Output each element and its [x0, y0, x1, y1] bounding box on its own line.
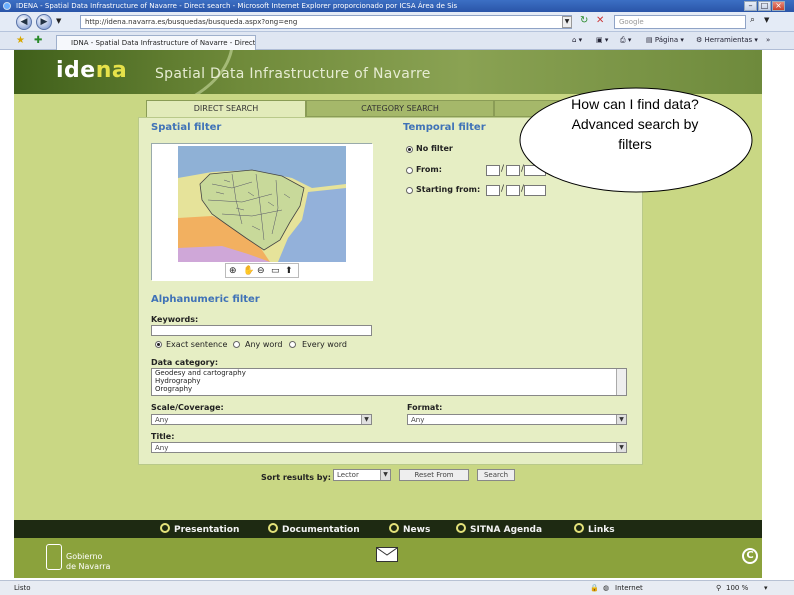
footer-nav [14, 520, 762, 538]
favorites-star-icon[interactable]: ★ [16, 35, 25, 46]
globe-icon: ◍ [603, 584, 610, 592]
status-bar: Listo 🔒 ◍ Internet ⚲ 100 % ▾ [0, 580, 794, 595]
keywords-input[interactable] [151, 325, 372, 336]
tab-category-search[interactable]: CATEGORY SEARCH [306, 100, 494, 117]
forward-button[interactable]: ▶ [36, 14, 52, 30]
zoom-level[interactable]: 100 % [726, 581, 748, 595]
list-item[interactable]: Hydrography [155, 377, 626, 385]
browser-tabbar: ★ ✚ IDNA - Spatial Data Infrastructure o… [0, 32, 794, 50]
bullet-ring-icon [268, 523, 278, 533]
site-title: Spatial Data Infrastructure of Navarre [155, 66, 431, 82]
spatial-filter-map[interactable] [151, 143, 373, 281]
from-label: From: [416, 165, 442, 174]
tools-menu[interactable]: ⚙ Herramientas ▾ [696, 36, 758, 44]
add-favorite-icon[interactable]: ✚ [34, 35, 42, 46]
sort-label: Sort results by: [261, 473, 331, 482]
refresh-icon[interactable]: ↻ [580, 15, 588, 26]
radio-exact-sentence[interactable] [155, 341, 162, 348]
search-options-icon[interactable]: ▼ [764, 16, 769, 24]
format-label: Format: [407, 403, 443, 412]
reset-form-button[interactable]: Reset From [399, 469, 469, 481]
page-menu[interactable]: ▤ Página ▾ [646, 36, 684, 44]
start-day-field[interactable] [486, 185, 500, 196]
footer-link-sitna-agenda[interactable]: SITNA Agenda [456, 523, 542, 535]
data-category-list[interactable]: Geodesy and cartography Hydrography Orog… [151, 368, 627, 396]
copyright-icon[interactable]: C [742, 548, 758, 564]
browser-tab[interactable]: IDNA - Spatial Data Infrastructure of Na… [56, 35, 256, 50]
footer-link-news[interactable]: News [389, 523, 430, 535]
address-dropdown-icon[interactable]: ▼ [562, 16, 572, 28]
navarra-crest-icon [46, 544, 62, 570]
window-title: IDENA - Spatial Data Infrastructure of N… [16, 2, 458, 10]
scale-coverage-select[interactable]: Any ▼ [151, 414, 372, 425]
sort-select[interactable]: Lector ▼ [333, 469, 391, 481]
web-search-input[interactable]: Google [614, 15, 746, 29]
home-icon[interactable]: ⌂ ▾ [572, 36, 582, 44]
starting-from-label: Starting from: [416, 185, 481, 194]
close-window-button[interactable]: × [772, 1, 785, 11]
any-word-label: Any word [245, 340, 283, 349]
temporal-filter-title: Temporal filter [403, 122, 486, 133]
maximize-button[interactable]: □ [758, 1, 771, 11]
zone-label: Internet [615, 584, 643, 592]
exact-sentence-label: Exact sentence [166, 340, 228, 349]
title-select[interactable]: Any ▼ [151, 442, 627, 453]
footer-link-links[interactable]: Links [574, 523, 615, 535]
callout-text: How can I find data? Advanced search by … [571, 96, 699, 152]
chevron-more-icon[interactable]: » [766, 36, 770, 44]
scale-coverage-label: Scale/Coverage: [151, 403, 224, 412]
radio-starting-from[interactable] [406, 187, 413, 194]
full-extent-icon[interactable]: ⬆ [285, 266, 293, 276]
radio-any-word[interactable] [233, 341, 240, 348]
keywords-label: Keywords: [151, 315, 199, 324]
select-box-icon[interactable]: ▭ [271, 266, 280, 276]
print-icon[interactable]: ⎙ ▾ [620, 36, 631, 45]
feeds-icon[interactable]: ▣ ▾ [596, 36, 608, 44]
status-text: Listo [14, 584, 31, 592]
list-item[interactable]: Orography [155, 385, 626, 393]
navarre-map[interactable] [152, 144, 373, 281]
bullet-ring-icon [574, 523, 584, 533]
list-item[interactable]: Geodesy and cartography [155, 369, 626, 377]
category-scrollbar[interactable] [616, 369, 626, 395]
radio-from[interactable] [406, 167, 413, 174]
ie-icon [3, 2, 11, 10]
footer-link-documentation[interactable]: Documentation [268, 523, 360, 535]
map-toolbar: ⊕ ✋ ⊖ ▭ ⬆ [225, 263, 299, 278]
bullet-ring-icon [389, 523, 399, 533]
zoom-in-icon[interactable]: ⊕ [229, 266, 237, 276]
gobierno-navarra-logo[interactable]: Gobierno de Navarra [66, 552, 110, 572]
every-word-label: Every word [302, 340, 347, 349]
address-input[interactable]: http://idena.navarra.es/busquedas/busque… [80, 15, 572, 29]
pan-hand-icon[interactable]: ✋ [243, 266, 254, 276]
back-button[interactable]: ◀ [16, 14, 32, 30]
window-titlebar: IDENA - Spatial Data Infrastructure of N… [0, 0, 794, 12]
alphanumeric-filter-title: Alphanumeric filter [151, 294, 260, 305]
no-filter-label: No filter [416, 144, 453, 153]
bullet-ring-icon [456, 523, 466, 533]
title-label: Title: [151, 432, 175, 441]
radio-every-word[interactable] [289, 341, 296, 348]
zoom-out-icon[interactable]: ⊖ [257, 266, 265, 276]
mail-icon[interactable] [376, 547, 398, 562]
zone-lock-icon: 🔒 [590, 584, 599, 592]
zoom-icon[interactable]: ⚲ [716, 581, 721, 595]
address-toolbar: ◀ ▶ ▼ http://idena.navarra.es/busquedas/… [0, 12, 794, 32]
bullet-ring-icon [160, 523, 170, 533]
history-dropdown-icon[interactable]: ▼ [56, 17, 61, 25]
search-button[interactable]: Search [477, 469, 515, 481]
footer-link-presentation[interactable]: Presentation [160, 523, 239, 535]
minimize-button[interactable]: – [744, 1, 757, 11]
radio-no-filter[interactable] [406, 146, 413, 153]
format-select[interactable]: Any ▼ [407, 414, 627, 425]
data-category-label: Data category: [151, 358, 219, 367]
idena-logo[interactable]: idena [56, 58, 127, 83]
search-go-icon[interactable]: ⌕ [750, 15, 755, 25]
from-day-field[interactable] [486, 165, 500, 176]
stop-icon[interactable]: ✕ [596, 15, 604, 26]
zoom-dropdown-icon[interactable]: ▾ [764, 581, 768, 595]
spatial-filter-title: Spatial filter [151, 122, 222, 133]
tab-direct-search[interactable]: DIRECT SEARCH [146, 100, 306, 117]
